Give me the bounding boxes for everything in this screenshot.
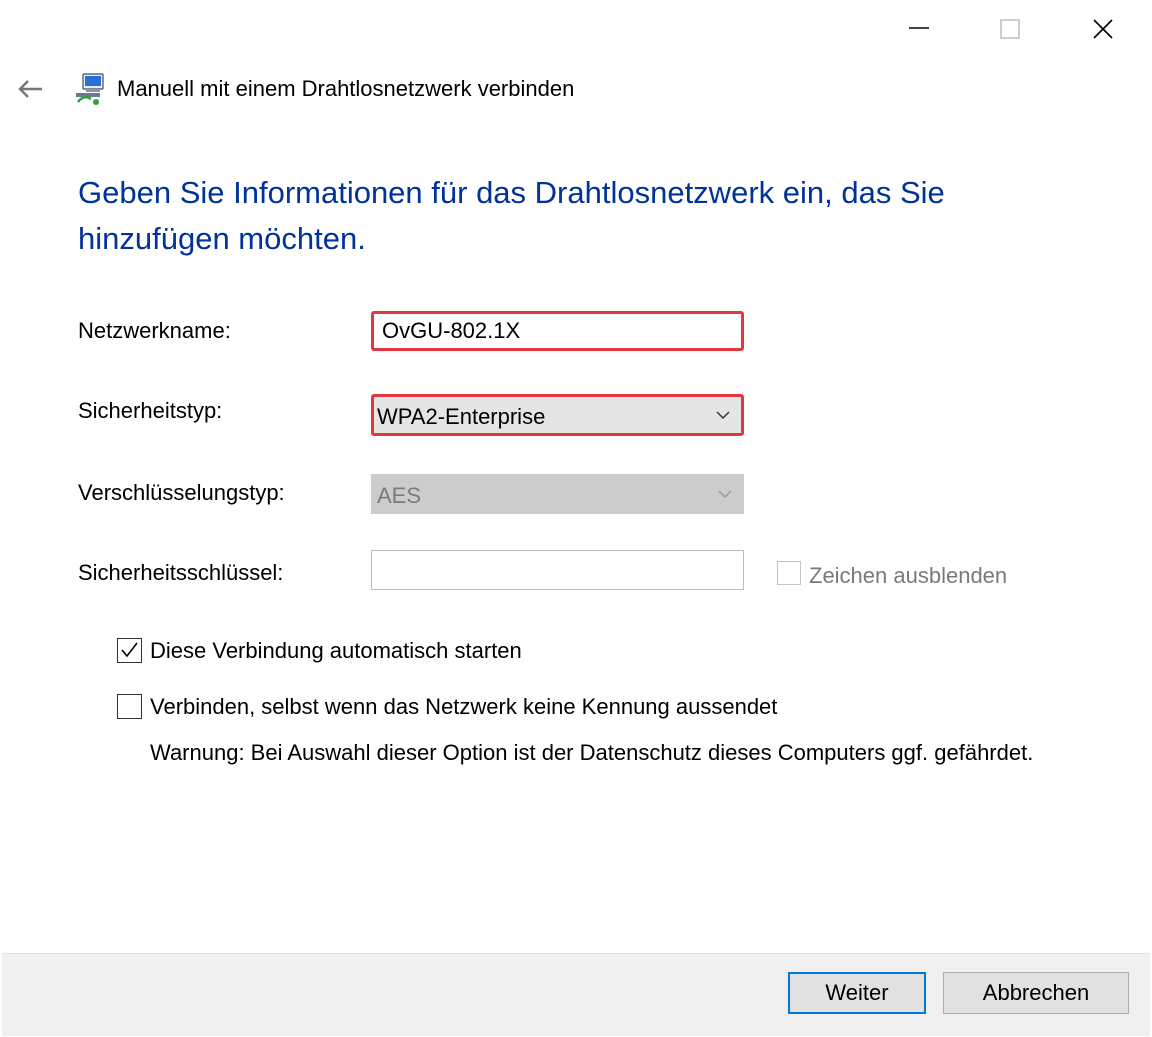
network-icon bbox=[74, 72, 106, 106]
minimize-icon bbox=[909, 27, 929, 29]
cancel-button[interactable]: Abbrechen bbox=[943, 972, 1129, 1014]
encryption-type-value: AES bbox=[377, 483, 422, 508]
security-key-label: Sicherheitsschlüssel: bbox=[78, 560, 284, 585]
maximize-icon bbox=[1000, 19, 1020, 39]
checkbox-box[interactable] bbox=[117, 694, 142, 719]
security-key-input[interactable] bbox=[371, 550, 744, 590]
encryption-type-select: AES bbox=[371, 474, 744, 514]
network-name-value: OvGU-802.1X bbox=[382, 318, 521, 343]
chevron-down-icon bbox=[716, 411, 730, 420]
page-heading: Geben Sie Informationen für das Drahtlos… bbox=[78, 175, 945, 256]
privacy-warning-text: Warnung: Bei Auswahl dieser Option ist d… bbox=[150, 740, 1034, 765]
security-type-select[interactable]: WPA2-Enterprise bbox=[371, 394, 744, 436]
chevron-down-icon bbox=[718, 490, 732, 499]
arrow-left-icon bbox=[18, 80, 42, 98]
network-name-input[interactable]: OvGU-802.1X bbox=[371, 311, 744, 351]
network-name-label: Netzwerkname: bbox=[78, 318, 231, 343]
maximize-button[interactable] bbox=[986, 8, 1032, 52]
checkbox-box bbox=[777, 561, 801, 585]
checkmark-icon bbox=[121, 642, 138, 658]
close-icon bbox=[1093, 19, 1113, 39]
connect-hidden-network-label: Verbinden, selbst wenn das Netzwerk kein… bbox=[150, 694, 778, 719]
next-button[interactable]: Weiter bbox=[788, 972, 926, 1014]
back-button[interactable] bbox=[14, 74, 50, 104]
close-button[interactable] bbox=[1080, 8, 1126, 52]
minimize-button[interactable] bbox=[896, 8, 942, 52]
encryption-type-label: Verschlüsselungstyp: bbox=[78, 480, 285, 505]
checkbox-box[interactable] bbox=[117, 638, 142, 663]
auto-start-label: Diese Verbindung automatisch starten bbox=[150, 638, 522, 663]
security-type-label: Sicherheitstyp: bbox=[78, 398, 223, 423]
window-title: Manuell mit einem Drahtlosnetzwerk verbi… bbox=[117, 76, 575, 101]
hide-characters-label: Zeichen ausblenden bbox=[809, 563, 1008, 588]
security-type-value: WPA2-Enterprise bbox=[377, 404, 546, 429]
